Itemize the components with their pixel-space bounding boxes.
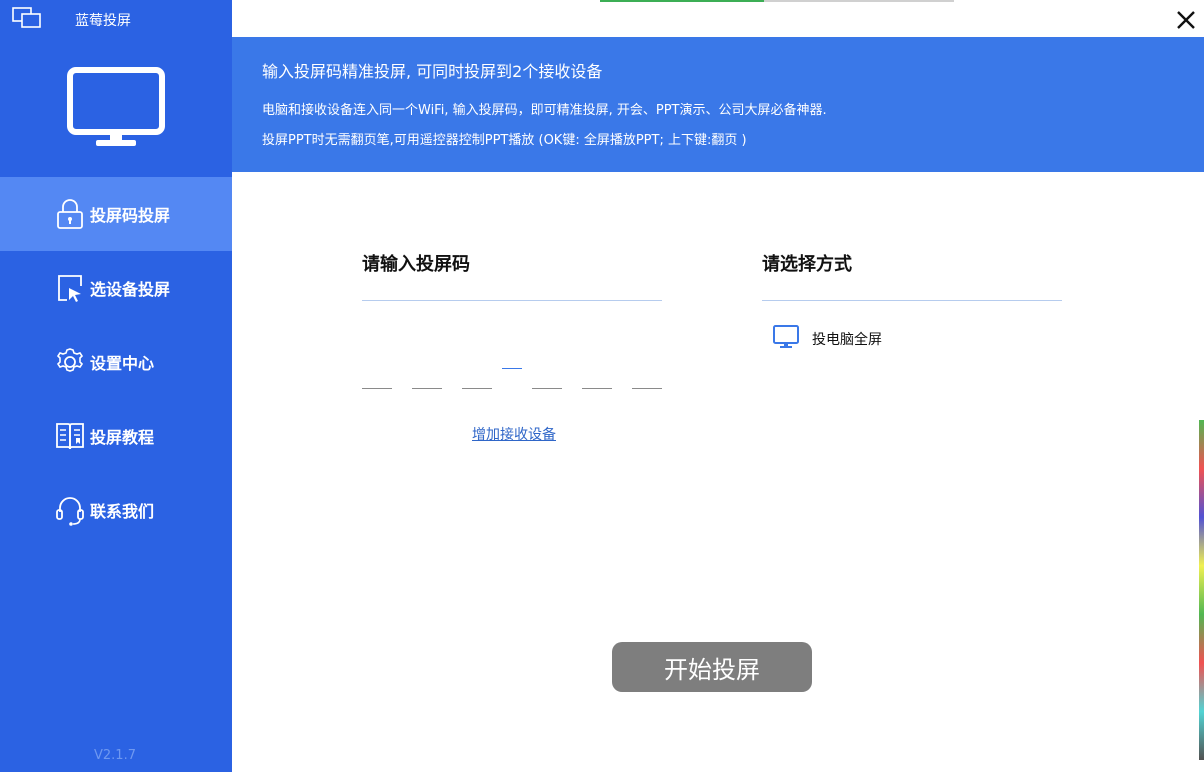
banner-description: 电脑和接收设备连入同一个WiFi, 输入投屏码，即可精准投屏, 开会、PPT演示…	[262, 103, 827, 118]
mode-panel-title: 请选择方式	[762, 254, 852, 275]
sidebar-item-tutorial[interactable]: 投屏教程	[0, 399, 232, 473]
top-window-strip	[600, 0, 764, 2]
code-panel-divider	[362, 300, 662, 301]
sidebar: 蓝莓投屏 投屏码投屏 选设备投屏 设置中心 投屏教程 联系我们 V2.1.7	[0, 0, 232, 772]
start-cast-button[interactable]: 开始投屏	[612, 642, 812, 692]
cursor-screen-icon	[54, 272, 86, 304]
sidebar-item-label: 联系我们	[90, 502, 155, 521]
monitor-icon	[66, 66, 168, 154]
code-panel-title: 请输入投屏码	[362, 254, 470, 275]
sidebar-item-contact[interactable]: 联系我们	[0, 473, 232, 547]
code-text-cursor	[502, 368, 522, 369]
code-digit-slot[interactable]	[582, 388, 612, 389]
code-digit-slot[interactable]	[532, 388, 562, 389]
headset-icon	[54, 494, 86, 526]
close-button[interactable]	[1174, 8, 1198, 32]
mode-panel-divider	[762, 300, 1062, 301]
sidebar-item-settings[interactable]: 设置中心	[0, 325, 232, 399]
code-digit-slot[interactable]	[412, 388, 442, 389]
sidebar-item-device-cast[interactable]: 选设备投屏	[0, 251, 232, 325]
version-label: V2.1.7	[94, 748, 136, 763]
mode-option-label: 投电脑全屏	[812, 332, 882, 348]
close-icon	[1177, 11, 1195, 29]
info-banner: 输入投屏码精准投屏, 可同时投屏到2个接收设备 电脑和接收设备连入同一个WiFi…	[232, 37, 1204, 172]
app-title: 蓝莓投屏	[75, 13, 131, 29]
sidebar-item-label: 投屏码投屏	[90, 206, 171, 225]
banner-ppt-tip: 投屏PPT时无需翻页笔,可用遥控器控制PPT播放 (OK键: 全屏播放PPT; …	[262, 133, 747, 148]
book-icon	[54, 420, 86, 452]
banner-title: 输入投屏码精准投屏, 可同时投屏到2个接收设备	[262, 62, 603, 81]
sidebar-item-label: 设置中心	[90, 354, 155, 373]
code-digit-slot[interactable]	[362, 388, 392, 389]
sidebar-item-label: 选设备投屏	[90, 280, 171, 299]
top-window-strip-gray	[764, 0, 954, 2]
monitor-icon	[772, 324, 800, 354]
lock-icon	[54, 198, 86, 230]
mode-option-fullscreen[interactable]: 投电脑全屏	[772, 324, 882, 354]
code-digit-slot[interactable]	[632, 388, 662, 389]
background-window-edge	[1199, 420, 1204, 760]
sidebar-item-code-cast[interactable]: 投屏码投屏	[0, 177, 232, 251]
sidebar-item-label: 投屏教程	[90, 428, 155, 447]
code-digit-slot[interactable]	[462, 388, 492, 389]
gear-icon	[54, 346, 86, 378]
app-logo-icon	[10, 6, 44, 34]
add-receiver-link[interactable]: 增加接收设备	[472, 424, 556, 444]
sidebar-nav: 投屏码投屏 选设备投屏 设置中心 投屏教程 联系我们	[0, 177, 232, 547]
